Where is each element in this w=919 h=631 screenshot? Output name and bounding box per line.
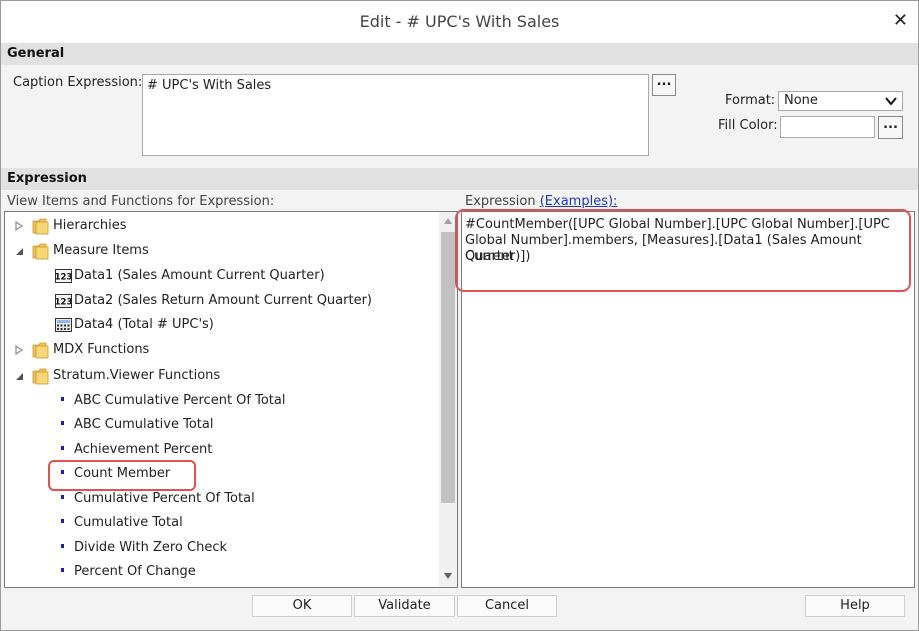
bullet-icon <box>61 519 64 523</box>
expand-arrow-icon[interactable] <box>14 221 24 231</box>
tree-item-mdx-functions[interactable]: MDX Functions <box>5 339 435 361</box>
chevron-down-icon <box>885 97 897 106</box>
tree-item-label: Cumulative Percent Of Total <box>74 491 255 506</box>
tree-item-label: ABC Cumulative Percent Of Total <box>74 393 286 408</box>
fill-color-browse-button[interactable]: ... <box>878 116 903 139</box>
fill-color-input[interactable] <box>780 116 875 138</box>
tree-item-data2-sales-return-amount-current-quarter[interactable]: 123 Data2 (Sales Return Amount Current Qu… <box>5 290 435 312</box>
edit-dialog: Edit - # UPC's With Sales ✕ General Capt… <box>0 0 919 631</box>
tree-item-hierarchies[interactable]: Hierarchies <box>5 215 435 237</box>
scroll-down-icon[interactable] <box>444 573 452 579</box>
format-select[interactable]: None <box>778 91 903 111</box>
format-selected-value: None <box>784 93 818 108</box>
folder-icon <box>32 368 49 385</box>
tree-item-label: MDX Functions <box>53 342 150 357</box>
validate-button[interactable]: Validate <box>354 595 455 617</box>
folder-icon <box>32 342 49 359</box>
expression-header-label: Expression <box>7 171 87 186</box>
general-header-label: General <box>7 46 65 61</box>
bullet-icon <box>61 495 64 499</box>
items-tree-panel: Hierarchies Measure Items 123 Data1 (Sales … <box>4 211 458 588</box>
format-label: Format: <box>725 93 776 108</box>
expression-section-header: Expression <box>1 168 918 190</box>
tree-item-label: Percent Of Change <box>74 564 196 579</box>
tree-item-percent-of-change[interactable]: Percent Of Change <box>5 561 435 583</box>
caption-expression-label: Caption Expression: <box>13 75 143 90</box>
caption-expression-input[interactable]: # UPC's With Sales <box>142 74 649 156</box>
tree-item-label: Measure Items <box>53 243 149 258</box>
svg-text:123: 123 <box>55 298 72 308</box>
bullet-icon <box>61 568 64 572</box>
tree-item-cumulative-total[interactable]: Cumulative Total <box>5 512 435 534</box>
collapse-arrow-icon[interactable] <box>14 371 24 381</box>
tree-item-label: Achievement Percent <box>74 442 213 457</box>
expression-highlight <box>455 209 911 292</box>
tree-item-achievement-percent[interactable]: Achievement Percent <box>5 439 435 461</box>
expression-label-colon: : <box>613 194 618 209</box>
tree-item-abc-cumulative-total[interactable]: ABC Cumulative Total <box>5 414 435 436</box>
bullet-icon <box>61 544 64 548</box>
expression-label-text: Expression <box>465 194 536 209</box>
scroll-up-icon[interactable] <box>444 218 452 224</box>
examples-link[interactable]: (Examples) <box>540 194 613 209</box>
123-icon: 123 <box>55 294 72 308</box>
tree-item-divide-with-zero-check[interactable]: Divide With Zero Check <box>5 537 435 559</box>
close-icon[interactable]: ✕ <box>893 10 908 31</box>
folder-icon <box>32 243 49 260</box>
tree-item-label: Divide With Zero Check <box>74 540 227 555</box>
expression-label: Expression (Examples): <box>465 194 617 209</box>
dialog-title: Edit - # UPC's With Sales <box>359 12 560 31</box>
tree-scrollbar-thumb[interactable] <box>441 232 455 503</box>
tree-item-label: Stratum.Viewer Functions <box>53 368 221 383</box>
tree-item-label: Cumulative Total <box>74 515 183 530</box>
fill-color-label: Fill Color: <box>718 118 778 133</box>
tree-item-label: Data2 (Sales Return Amount Current Quart… <box>74 293 372 308</box>
folder-icon <box>32 218 49 235</box>
help-button[interactable]: Help <box>805 595 905 617</box>
cancel-button[interactable]: Cancel <box>457 595 557 617</box>
tree-item-data4-total-upc-s[interactable]: Data4 (Total # UPC's) <box>5 314 435 336</box>
123-icon: 123 <box>55 269 72 283</box>
caption-browse-button[interactable]: ... <box>652 74 676 96</box>
general-section-header: General <box>1 43 918 65</box>
svg-text:123: 123 <box>55 273 72 283</box>
bullet-icon <box>61 397 64 401</box>
title-bar: Edit - # UPC's With Sales ✕ <box>1 1 918 44</box>
tree-item-measure-items[interactable]: Measure Items <box>5 240 435 262</box>
expression-editor[interactable]: #CountMember([UPC Global Number].[UPC Gl… <box>455 209 915 588</box>
tree-item-label: Hierarchies <box>53 218 127 233</box>
tree-item-stratum-viewer-functions[interactable]: Stratum.Viewer Functions <box>5 365 435 387</box>
count-member-highlight <box>48 460 196 491</box>
collapse-arrow-icon[interactable] <box>14 246 24 256</box>
items-functions-label: View Items and Functions for Expression: <box>7 194 275 209</box>
expand-arrow-icon[interactable] <box>14 345 24 355</box>
bullet-icon <box>61 446 64 450</box>
bullet-icon <box>61 421 64 425</box>
tree-item-abc-cumulative-percent-of-total[interactable]: ABC Cumulative Percent Of Total <box>5 390 435 412</box>
ok-button[interactable]: OK <box>252 595 352 617</box>
tree-item-cumulative-percent-of-total[interactable]: Cumulative Percent Of Total <box>5 488 435 510</box>
tree-item-data1-sales-amount-current-quarter[interactable]: 123 Data1 (Sales Amount Current Quarter) <box>5 265 435 287</box>
calculator-icon <box>55 318 72 332</box>
tree-item-label: Data1 (Sales Amount Current Quarter) <box>74 268 325 283</box>
tree-item-label: Data4 (Total # UPC's) <box>74 317 214 332</box>
tree-item-label: ABC Cumulative Total <box>74 417 214 432</box>
